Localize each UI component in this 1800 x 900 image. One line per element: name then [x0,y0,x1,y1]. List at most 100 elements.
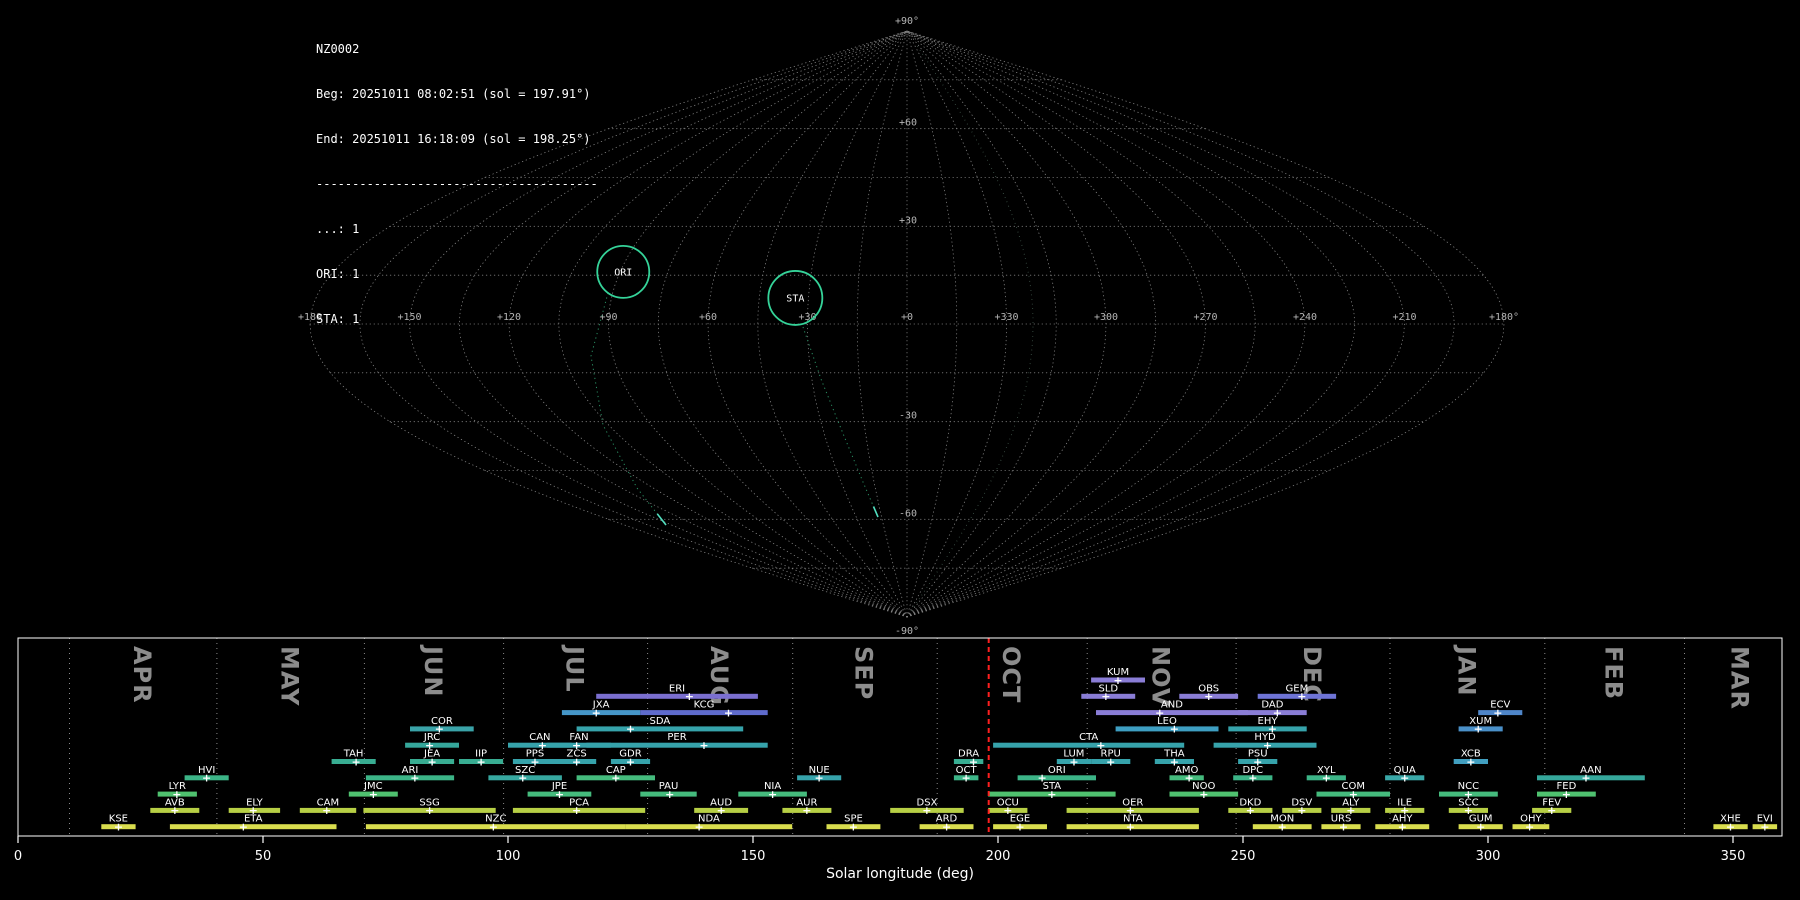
latitude-label: -60 [899,508,917,519]
x-axis-tick-label: 350 [1721,849,1746,864]
shower-label-sda: SDA [650,716,671,727]
peak-marker-spe: + [849,821,858,834]
scene-canvas: +90° -90° Solar longitude (deg) +180+150… [0,0,1800,900]
peak-marker-lum: + [1069,755,1078,768]
shower-bar-per [586,743,767,748]
shower-bar-nda [626,824,793,829]
peak-marker-avb: + [170,804,179,817]
peak-marker-xcb: + [1466,755,1475,768]
peak-marker-jpe: + [555,788,564,801]
month-label: MAY [275,646,303,707]
longitude-label: +0 [901,312,913,323]
peak-marker-szc: + [518,772,527,785]
shower-bar-leo [1116,726,1219,731]
peak-marker-ari: + [410,772,419,785]
longitude-label: +300 [1094,312,1118,323]
shower-bar-cta [993,743,1184,748]
peak-marker-pau: + [665,788,674,801]
peak-marker-ahy: + [1398,821,1407,834]
shower-bar-eta [170,824,337,829]
shower-label-per: PER [667,732,686,743]
longitude-label: +270 [1193,312,1217,323]
peak-marker-evi: + [1760,821,1769,834]
peak-marker-aur: + [802,804,811,817]
meridian-line [907,31,1255,617]
peak-marker-cap: + [611,772,620,785]
peak-marker-mon: + [1278,821,1287,834]
peak-marker-sld: + [1101,690,1110,703]
month-label: SEP [850,646,878,700]
month-label: JUN [419,644,447,698]
x-axis-tick-label: 200 [986,849,1011,864]
peak-marker-eri: + [685,690,694,703]
count-line-ori: ORI: 1 [316,267,598,282]
drift-track-tip [874,507,879,518]
peak-marker-jxa: + [592,706,601,719]
radiant-label-ori: ORI [614,267,632,278]
peak-marker-fed: + [1562,788,1571,801]
observation-end: End: 20251011 16:18:09 (sol = 198.25°) [316,132,598,147]
shower-label-eri: ERI [669,683,685,694]
peak-marker-dpc: + [1248,772,1257,785]
peak-marker-nda: + [694,821,703,834]
longitude-label: +330 [994,312,1018,323]
observation-begin: Beg: 20251011 08:02:51 (sol = 197.91°) [316,87,598,102]
x-axis-tick-label: 0 [14,849,22,864]
longitude-label: +240 [1293,312,1317,323]
shower-bar-and [1096,710,1248,715]
peak-marker-ecv: + [1493,706,1502,719]
peak-marker-nzc: + [489,821,498,834]
peak-marker-rpu: + [1106,755,1115,768]
separator-line: --------------------------------------- [316,177,598,192]
peak-marker-cam: + [322,804,331,817]
peak-marker-jea: + [427,755,436,768]
peak-marker-fev: + [1547,804,1556,817]
south-pole-label: -90° [895,626,919,637]
peak-marker-ssg: + [425,804,434,817]
peak-marker-gem: + [1297,690,1306,703]
count-line-sta: STA: 1 [316,312,598,327]
shower-label-ori: ORI [1048,765,1066,776]
shower-label-kcg: KCG [694,700,715,711]
peak-marker-ohy: + [1525,821,1534,834]
longitude-label: +210 [1392,312,1416,323]
month-label: FEB [1599,646,1627,700]
peak-marker-leo: + [1170,723,1179,736]
peak-marker-ard: + [942,821,951,834]
peak-marker-dkd: + [1246,804,1255,817]
longitude-label: +60 [699,312,717,323]
x-axis-tick-label: 150 [741,849,766,864]
peak-marker-pca: + [572,804,581,817]
latitude-label: +30 [899,215,917,226]
peak-marker-xum: + [1474,723,1483,736]
radiant-drift-track [591,293,666,525]
peak-marker-zcs: + [572,755,581,768]
sun-direction-line [911,44,1033,611]
peak-marker-sda: + [626,723,635,736]
x-axis-tick-label: 100 [496,849,521,864]
meridian-line [907,31,1454,617]
x-axis-title: Solar longitude (deg) [826,866,974,882]
peak-marker-hvi: + [202,772,211,785]
meridian-line [907,31,1206,617]
peak-marker-oct: + [961,772,970,785]
radiant-label-sta: STA [786,293,804,304]
x-axis-tick-label: 50 [255,849,272,864]
month-label: NOV [1147,646,1175,707]
peak-marker-kcg: + [724,706,733,719]
peak-marker-jmc: + [369,788,378,801]
peak-marker-nia: + [768,788,777,801]
x-axis-tick-label: 300 [1476,849,1501,864]
peak-marker-tah: + [351,755,360,768]
peak-marker-iip: + [476,755,485,768]
peak-marker-dsv: + [1297,804,1306,817]
peak-marker-xyl: + [1322,772,1331,785]
longitude-label: +90 [599,312,617,323]
info-panel: NZ0002 Beg: 20251011 08:02:51 (sol = 197… [316,12,598,342]
shower-bar-kcg [640,710,767,715]
peak-marker-dsx: + [922,804,931,817]
shower-bar-aan [1537,775,1645,780]
month-label: APR [128,646,156,704]
x-axis-tick-label: 250 [1231,849,1256,864]
month-label: JAN [1452,644,1480,697]
